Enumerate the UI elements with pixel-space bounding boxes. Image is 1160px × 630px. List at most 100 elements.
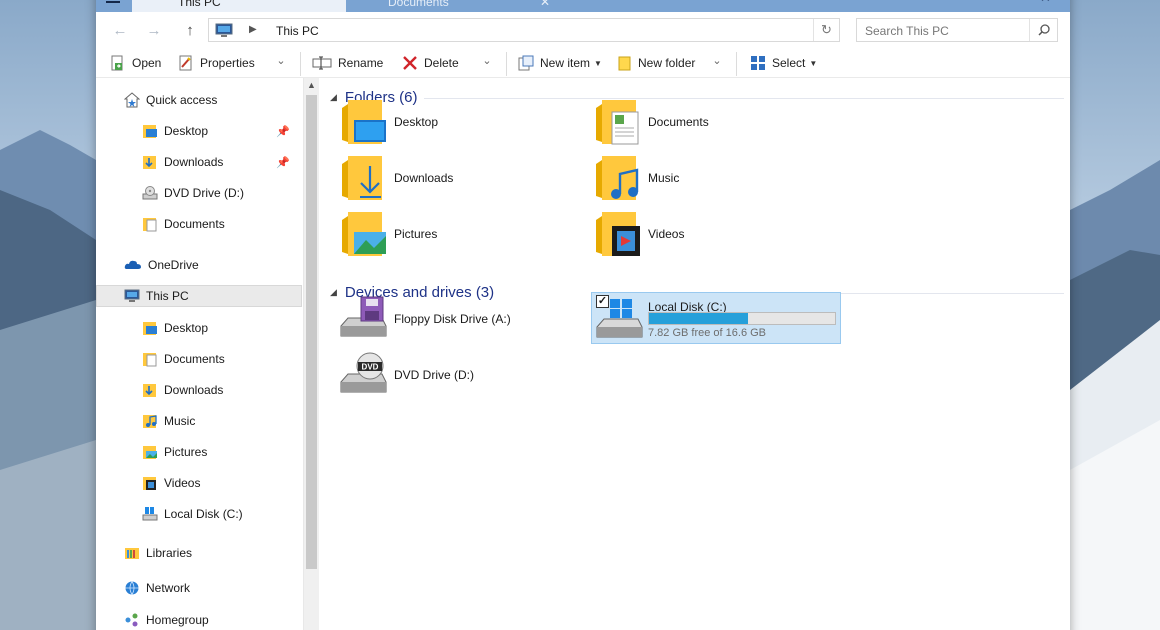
folder-item-desktop[interactable]: Desktop <box>340 98 580 150</box>
close-tab-icon[interactable]: ✕ <box>540 0 550 12</box>
sidebar-item-label: Music <box>164 414 196 428</box>
delete-button[interactable]: Delete <box>402 54 459 72</box>
sidebar-item-libraries[interactable]: Libraries <box>96 542 302 564</box>
tab-documents[interactable]: Documents ✕ <box>350 0 558 12</box>
libraries-icon <box>125 548 139 559</box>
toolbar-divider <box>300 52 301 76</box>
file-explorer-window: This PC Documents ✕ ▫ ✕ ← → ↑ ▶ This PC … <box>96 0 1070 630</box>
refresh-icon[interactable]: ↻ <box>813 19 839 41</box>
sidebar-item-music[interactable]: Music <box>96 410 302 432</box>
folder-item-music[interactable]: Music <box>594 154 834 206</box>
sidebar-item-quick-access[interactable]: Quick access <box>96 89 302 111</box>
sidebar-item-desktop[interactable]: Desktop 📌 <box>96 120 302 142</box>
sidebar-item-label: Network <box>146 581 191 595</box>
search-box[interactable]: Search This PC <box>856 18 1058 42</box>
properties-button[interactable]: Properties <box>178 54 255 72</box>
sidebar-item-label: This PC <box>146 289 189 303</box>
folder-item-videos[interactable]: Videos <box>594 210 834 262</box>
sidebar-item-label: Quick access <box>146 93 218 107</box>
drive-item-local-disk[interactable]: ✓ Local Disk (C:) 7.82 GB free of 16.6 G… <box>591 292 841 344</box>
sidebar-item-dvd-drive[interactable]: DVD Drive (D:) <box>96 182 302 204</box>
properties-dropdown-icon[interactable]: ⌄ <box>274 54 288 70</box>
pin-icon[interactable]: 📌 <box>276 156 290 169</box>
sidebar-item-network[interactable]: Network <box>96 577 302 599</box>
rename-icon <box>312 56 332 70</box>
forward-button[interactable]: → <box>142 20 166 42</box>
new-folder-label: New folder <box>638 56 696 70</box>
back-button[interactable]: ← <box>108 20 132 42</box>
navigation-scrollbar[interactable]: ▲ <box>304 78 319 630</box>
search-input[interactable]: Search This PC <box>865 24 949 38</box>
sidebar-item-label: Videos <box>164 476 201 490</box>
delete-icon <box>403 56 417 70</box>
folder-item-documents[interactable]: Documents <box>594 98 834 150</box>
svg-text:DVD: DVD <box>362 363 379 372</box>
properties-label: Properties <box>200 56 255 70</box>
local-disk-icon <box>142 507 158 521</box>
sidebar-item-label: Homegroup <box>146 613 209 627</box>
delete-dropdown-icon[interactable]: ⌄ <box>480 54 494 70</box>
sidebar-item-this-pc[interactable]: This PC <box>96 285 302 307</box>
music-folder-icon <box>596 156 639 200</box>
sidebar-item-downloads[interactable]: Downloads <box>96 379 302 401</box>
sidebar-item-downloads[interactable]: Downloads 📌 <box>96 151 302 173</box>
drive-item-dvd[interactable]: DVD DVD Drive (D:) <box>338 350 588 402</box>
folder-item-downloads[interactable]: Downloads <box>340 154 580 206</box>
new-folder-icon <box>618 56 631 71</box>
collapse-icon: ◢ <box>330 91 337 102</box>
downloads-folder-icon <box>342 156 382 200</box>
select-label: Select <box>772 56 806 70</box>
breadcrumb[interactable]: This PC <box>276 24 319 38</box>
onedrive-icon <box>124 260 141 269</box>
desktop-folder-icon <box>143 322 157 335</box>
new-dropdown-icon[interactable]: ⌄ <box>710 54 724 70</box>
search-icon[interactable] <box>1029 19 1057 41</box>
sidebar-item-onedrive[interactable]: OneDrive <box>96 254 302 276</box>
select-button[interactable]: Select ▼ <box>750 54 817 72</box>
new-item-button[interactable]: New item ▼ <box>518 54 602 72</box>
disk-usage-fill <box>649 313 748 324</box>
sidebar-item-homegroup[interactable]: Homegroup <box>96 609 302 630</box>
downloads-folder-icon <box>143 384 156 397</box>
new-folder-button[interactable]: New folder <box>618 54 695 72</box>
sidebar-item-label: Desktop <box>164 321 209 335</box>
close-window-icon[interactable]: ✕ <box>1040 0 1051 6</box>
up-button[interactable]: ↑ <box>178 20 202 42</box>
tab-bar: This PC Documents ✕ ▫ ✕ <box>96 0 1070 12</box>
dvd-drive-icon: DVD <box>340 352 387 393</box>
scroll-up-icon[interactable]: ▲ <box>307 80 316 90</box>
local-disk-icon <box>596 299 643 338</box>
new-item-label: New item <box>540 56 591 70</box>
sidebar-item-desktop[interactable]: Desktop <box>96 317 302 339</box>
sidebar-item-pictures[interactable]: Pictures <box>96 441 302 463</box>
address-bar[interactable]: ▶ This PC ↻ <box>208 18 840 42</box>
maximize-icon[interactable]: ▫ <box>998 0 1003 5</box>
folder-label: Pictures <box>394 227 438 241</box>
sidebar-item-documents[interactable]: Documents <box>96 348 302 370</box>
pin-icon[interactable]: 📌 <box>276 125 290 138</box>
content-pane: ◢ Folders (6) Desktop Documents Download… <box>320 78 1070 630</box>
sidebar-item-videos[interactable]: Videos <box>96 472 302 494</box>
documents-folder-icon <box>143 353 157 367</box>
select-icon <box>751 56 765 70</box>
documents-folder-icon <box>596 100 639 145</box>
sidebar-item-label: Documents <box>164 352 225 366</box>
toolbar-divider <box>736 52 737 76</box>
sidebar-item-label: Local Disk (C:) <box>164 507 243 521</box>
folder-item-pictures[interactable]: Pictures <box>340 210 580 262</box>
scrollbar-thumb[interactable] <box>306 95 317 569</box>
drive-item-floppy[interactable]: Floppy Disk Drive (A:) <box>338 294 588 346</box>
this-pc-icon <box>215 23 233 41</box>
sidebar-item-documents[interactable]: Documents <box>96 213 302 235</box>
navigation-pane: Quick access Desktop 📌 Downloads 📌 DVD D… <box>96 78 304 630</box>
pictures-folder-icon <box>342 212 386 256</box>
pictures-folder-icon <box>143 446 157 459</box>
drive-label: DVD Drive (D:) <box>394 368 474 382</box>
rename-button[interactable]: Rename <box>312 54 383 72</box>
open-icon <box>111 55 123 71</box>
sidebar-item-local-disk[interactable]: Local Disk (C:) <box>96 503 302 525</box>
tab-this-pc[interactable]: This PC <box>132 0 346 12</box>
open-button[interactable]: Open <box>110 54 161 72</box>
this-pc-icon <box>124 289 140 302</box>
videos-folder-icon <box>143 477 156 490</box>
